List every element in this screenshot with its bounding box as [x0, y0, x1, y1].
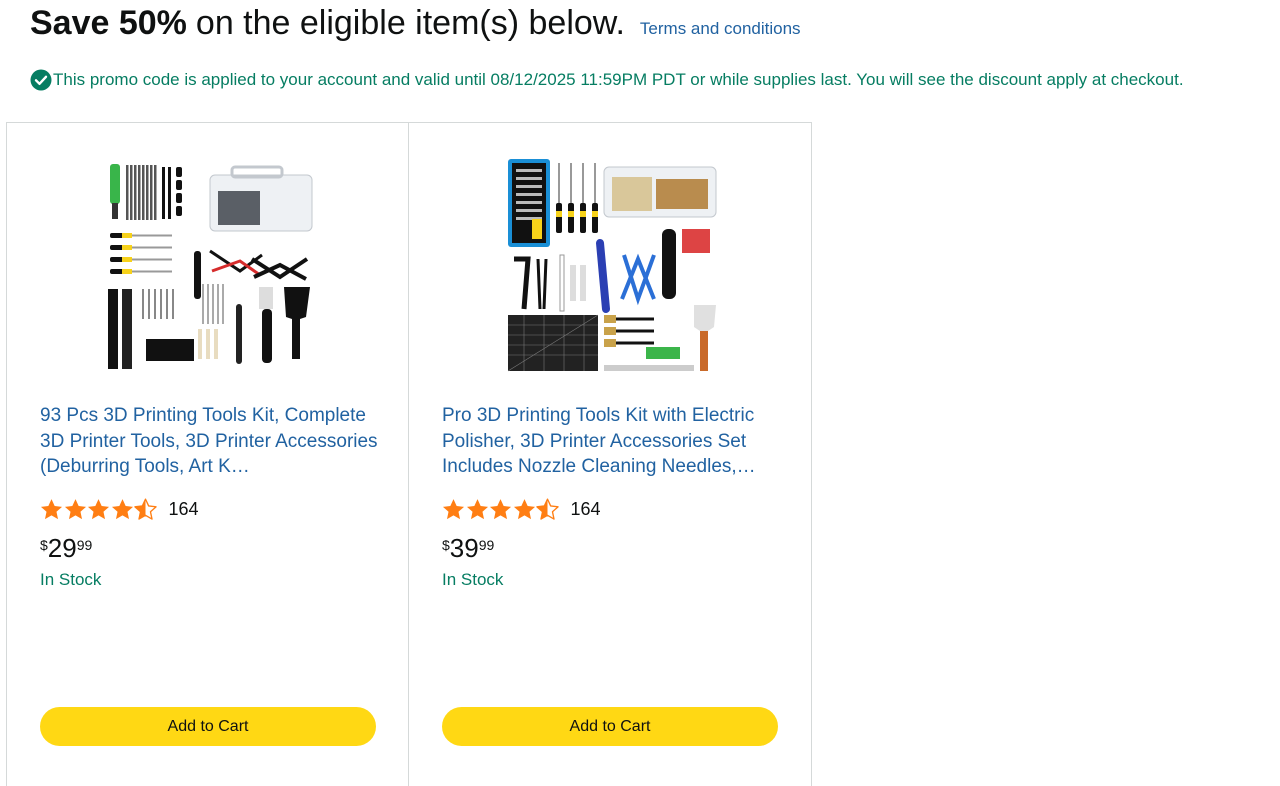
price-whole: 29 [47, 533, 77, 563]
product-title-link[interactable]: 93 Pcs 3D Printing Tools Kit, Complete 3… [40, 403, 385, 480]
product-rating[interactable]: 164 [442, 498, 601, 521]
promo-page: Save 50% on the eligible item(s) below. … [0, 0, 1280, 786]
promo-headline: Save 50% on the eligible item(s) below. … [30, 4, 801, 43]
star-full-icon [489, 498, 512, 521]
product-price: $ 29 99 [40, 533, 92, 563]
product-title-link[interactable]: Pro 3D Printing Tools Kit with Electric … [442, 403, 787, 480]
headline-discount: Save 50% [30, 4, 187, 42]
review-count[interactable]: 164 [169, 499, 199, 520]
product-price: $ 39 99 [442, 533, 494, 563]
star-full-icon [111, 498, 134, 521]
star-rating [442, 498, 560, 521]
star-rating [40, 498, 158, 521]
star-full-icon [87, 498, 110, 521]
star-full-icon [442, 498, 465, 521]
price-fraction: 99 [76, 537, 93, 553]
star-full-icon [64, 498, 87, 521]
star-full-icon [513, 498, 536, 521]
review-count[interactable]: 164 [571, 499, 601, 520]
star-half-icon [134, 498, 157, 520]
promo-message: This promo code is applied to your accou… [30, 69, 1184, 91]
star-half-icon [536, 498, 559, 520]
product-card: 93 Pcs 3D Printing Tools Kit, Complete 3… [7, 123, 408, 786]
star-full-icon [40, 498, 63, 521]
check-circle-icon [30, 69, 52, 91]
product-rating[interactable]: 164 [40, 498, 199, 521]
product-grid: 93 Pcs 3D Printing Tools Kit, Complete 3… [6, 122, 812, 786]
product-image[interactable] [504, 159, 718, 373]
price-symbol: $ [442, 537, 450, 553]
add-to-cart-button[interactable]: Add to Cart [40, 707, 376, 746]
stock-status: In Stock [442, 570, 504, 589]
add-to-cart-button[interactable]: Add to Cart [442, 707, 778, 746]
price-fraction: 99 [478, 537, 495, 553]
star-full-icon [466, 498, 489, 521]
product-card: Pro 3D Printing Tools Kit with Electric … [408, 123, 809, 786]
price-whole: 39 [449, 533, 479, 563]
terms-link[interactable]: Terms and conditions [640, 19, 801, 39]
product-image[interactable] [102, 159, 316, 373]
price-symbol: $ [40, 537, 48, 553]
promo-text: This promo code is applied to your accou… [53, 70, 1184, 89]
headline-text: on the eligible item(s) below. [195, 4, 625, 42]
stock-status: In Stock [40, 570, 102, 589]
